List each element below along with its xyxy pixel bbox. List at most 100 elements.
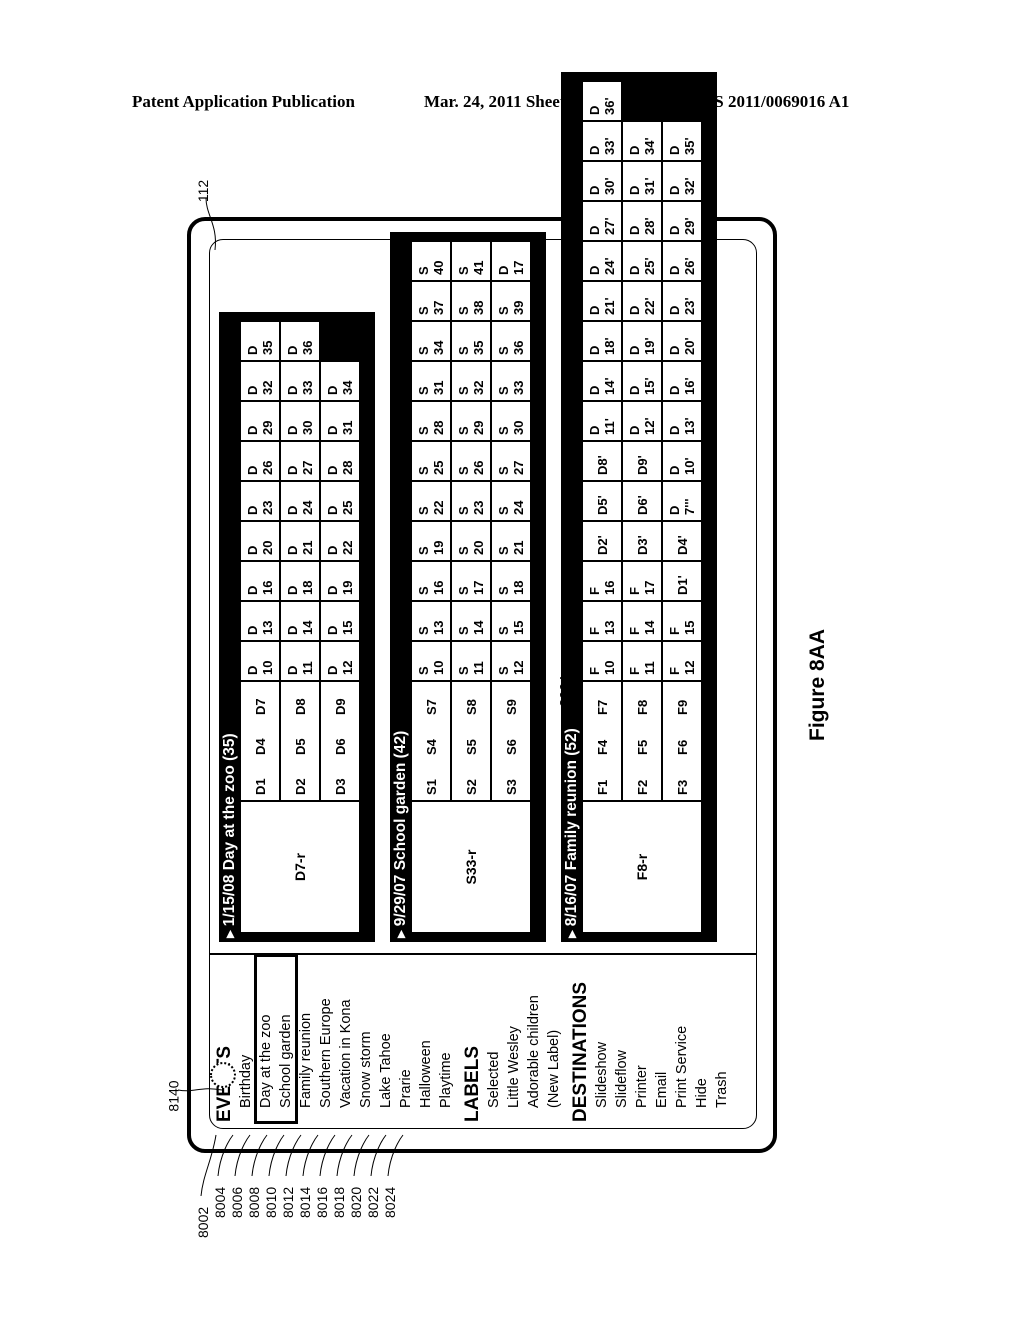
- disclosure-triangle-icon[interactable]: ▶: [567, 930, 578, 938]
- photo-thumbnail[interactable]: S 21: [492, 522, 530, 560]
- photo-thumbnail[interactable]: D 25': [623, 242, 661, 280]
- photo-thumbnail[interactable]: S 31: [412, 362, 450, 400]
- photo-thumbnail[interactable]: D 12': [623, 402, 661, 440]
- destination-item[interactable]: Email: [652, 954, 672, 1122]
- photo-thumbnail[interactable]: D 16': [663, 362, 701, 400]
- photo-thumbnail[interactable]: D 18': [583, 322, 621, 360]
- photo-thumbnail[interactable]: D6': [623, 482, 661, 520]
- photo-thumbnail[interactable]: S 36: [492, 322, 530, 360]
- event-panel-title[interactable]: ▶ 1/15/08 Day at the zoo (35): [219, 312, 241, 942]
- photo-thumbnail[interactable]: S3: [492, 760, 530, 800]
- photo-thumbnail[interactable]: F1: [583, 760, 621, 800]
- event-item[interactable]: Family reunion: [296, 954, 316, 1122]
- photo-thumbnail[interactable]: S9: [492, 682, 530, 720]
- photo-thumbnail[interactable]: S 27: [492, 442, 530, 480]
- photo-thumbnail[interactable]: D2: [281, 760, 319, 800]
- photo-thumbnail[interactable]: S 26: [452, 442, 490, 480]
- photo-thumbnail[interactable]: F 13: [583, 602, 621, 640]
- photo-thumbnail[interactable]: S 19: [412, 522, 450, 560]
- photo-thumbnail[interactable]: S 12: [492, 642, 530, 680]
- photo-thumbnail[interactable]: F5: [623, 720, 661, 760]
- event-item[interactable]: Snow storm: [356, 954, 376, 1122]
- photo-thumbnail[interactable]: D 13: [241, 602, 279, 640]
- photo-thumbnail[interactable]: D 22: [321, 522, 359, 560]
- event-item[interactable]: Vacation in Kona: [336, 954, 356, 1122]
- photo-thumbnail[interactable]: F9: [663, 682, 701, 720]
- photo-thumbnail[interactable]: D 31': [623, 162, 661, 200]
- photo-thumbnail[interactable]: F 11: [623, 642, 661, 680]
- photo-thumbnail[interactable]: S8: [452, 682, 490, 720]
- photo-thumbnail[interactable]: S 41: [452, 242, 490, 280]
- photo-thumbnail[interactable]: S 16: [412, 562, 450, 600]
- photo-thumbnail[interactable]: D 34: [321, 362, 359, 400]
- photo-thumbnail[interactable]: S7: [412, 682, 450, 720]
- photo-thumbnail[interactable]: D 20: [241, 522, 279, 560]
- event-panel-title[interactable]: ▶ 8/16/07 Family reunion (52): [561, 72, 583, 942]
- label-item[interactable]: Little Wesley: [504, 954, 524, 1122]
- photo-thumbnail[interactable]: S 10: [412, 642, 450, 680]
- photo-thumbnail[interactable]: F8: [623, 682, 661, 720]
- photo-thumbnail[interactable]: S 37: [412, 282, 450, 320]
- photo-thumbnail[interactable]: S 22: [412, 482, 450, 520]
- key-photo[interactable]: S33-r: [412, 802, 530, 932]
- event-item[interactable]: Birthday: [236, 954, 256, 1122]
- photo-thumbnail[interactable]: D8': [583, 442, 621, 480]
- photo-thumbnail[interactable]: D 35': [663, 122, 701, 160]
- photo-thumbnail[interactable]: D 12: [321, 642, 359, 680]
- disclosure-triangle-icon[interactable]: ▶: [396, 930, 407, 938]
- photo-thumbnail[interactable]: D 18: [281, 562, 319, 600]
- label-item[interactable]: Selected: [484, 954, 504, 1122]
- photo-thumbnail[interactable]: F 14: [623, 602, 661, 640]
- photo-thumbnail[interactable]: S 13: [412, 602, 450, 640]
- photo-thumbnail[interactable]: D 29: [241, 402, 279, 440]
- photo-thumbnail[interactable]: D 26: [241, 442, 279, 480]
- photo-thumbnail[interactable]: D 15': [623, 362, 661, 400]
- photo-thumbnail[interactable]: S4: [412, 720, 450, 760]
- photo-thumbnail[interactable]: S 15: [492, 602, 530, 640]
- photo-thumbnail[interactable]: D 34': [623, 122, 661, 160]
- photo-thumbnail[interactable]: F6: [663, 720, 701, 760]
- photo-thumbnail[interactable]: S 17: [452, 562, 490, 600]
- photo-thumbnail[interactable]: F2: [623, 760, 661, 800]
- disclosure-triangle-icon[interactable]: ▶: [225, 930, 236, 938]
- photo-thumbnail[interactable]: D 28': [623, 202, 661, 240]
- photo-thumbnail[interactable]: D5: [281, 720, 319, 760]
- destination-item[interactable]: Hide: [692, 954, 712, 1122]
- event-item[interactable]: Halloween: [416, 954, 436, 1122]
- photo-thumbnail[interactable]: F 12: [663, 642, 701, 680]
- photo-thumbnail[interactable]: F 16: [583, 562, 621, 600]
- event-item[interactable]: Playtime: [436, 954, 456, 1122]
- photo-thumbnail[interactable]: D 10': [663, 442, 701, 480]
- destination-item[interactable]: Print Service: [672, 954, 692, 1122]
- destination-item[interactable]: Slideflow: [612, 954, 632, 1122]
- photo-thumbnail[interactable]: D9: [321, 682, 359, 720]
- photo-thumbnail[interactable]: D 36': [583, 82, 621, 120]
- photo-thumbnail[interactable]: D8: [281, 682, 319, 720]
- photo-thumbnail[interactable]: F 15: [663, 602, 701, 640]
- photo-thumbnail[interactable]: F7: [583, 682, 621, 720]
- photo-thumbnail[interactable]: D5': [583, 482, 621, 520]
- photo-thumbnail[interactable]: D7: [241, 682, 279, 720]
- event-item[interactable]: Lake Tahoe: [376, 954, 396, 1122]
- photo-thumbnail[interactable]: D 19': [623, 322, 661, 360]
- photo-thumbnail[interactable]: S 23: [452, 482, 490, 520]
- photo-thumbnail[interactable]: D 28: [321, 442, 359, 480]
- photo-thumbnail[interactable]: S5: [452, 720, 490, 760]
- photo-thumbnail[interactable]: D 21': [583, 282, 621, 320]
- photo-thumbnail[interactable]: D 32': [663, 162, 701, 200]
- photo-thumbnail[interactable]: S 25: [412, 442, 450, 480]
- photo-thumbnail[interactable]: D2': [583, 522, 621, 560]
- photo-thumbnail[interactable]: S 18: [492, 562, 530, 600]
- label-item[interactable]: (New Label): [544, 954, 564, 1122]
- photo-thumbnail[interactable]: F 17: [623, 562, 661, 600]
- photo-thumbnail[interactable]: D 14: [281, 602, 319, 640]
- photo-thumbnail[interactable]: S 29: [452, 402, 490, 440]
- photo-thumbnail[interactable]: D 33: [281, 362, 319, 400]
- key-photo[interactable]: D7-r: [241, 802, 359, 932]
- photo-thumbnail[interactable]: S 33: [492, 362, 530, 400]
- photo-thumbnail[interactable]: D 27': [583, 202, 621, 240]
- photo-thumbnail[interactable]: D 19: [321, 562, 359, 600]
- event-item[interactable]: Southern Europe: [316, 954, 336, 1122]
- photo-thumbnail[interactable]: S 28: [412, 402, 450, 440]
- photo-thumbnail[interactable]: D 11: [281, 642, 319, 680]
